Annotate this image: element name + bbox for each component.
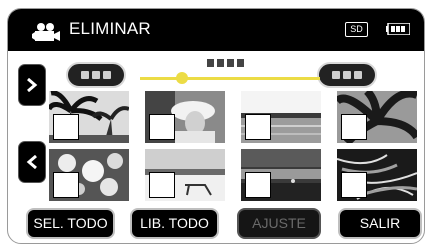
- slider-end-button[interactable]: [317, 62, 377, 88]
- exit-button[interactable]: SALIR: [338, 208, 422, 239]
- sd-card-badge: SD: [345, 22, 368, 37]
- delete-screen: ELIMINAR SD SEL. TODO LIB. TODO AJUSTE S…: [7, 8, 425, 244]
- thumbnail-checkbox[interactable]: [53, 172, 79, 198]
- thumbnail-checkbox[interactable]: [149, 172, 175, 198]
- header-bar: ELIMINAR SD: [8, 9, 424, 51]
- slider-start-button[interactable]: [66, 62, 126, 88]
- thumbnail-3[interactable]: [241, 91, 321, 143]
- thumbnail-checkbox[interactable]: [341, 172, 367, 198]
- battery-icon: [386, 23, 410, 35]
- next-page-button[interactable]: [18, 64, 46, 106]
- thumbnail-checkbox[interactable]: [149, 114, 175, 140]
- page-slider-thumb[interactable]: [176, 72, 188, 84]
- thumbnail-6[interactable]: [145, 149, 225, 201]
- thumbnail-1[interactable]: [49, 91, 129, 143]
- video-camera-icon: [32, 23, 60, 41]
- chevron-right-icon: [27, 78, 38, 92]
- thumbnail-checkbox[interactable]: [53, 114, 79, 140]
- page-title: ELIMINAR: [69, 19, 151, 38]
- thumbnail-8[interactable]: [337, 149, 417, 201]
- page-indicator: [207, 59, 244, 67]
- thumbnail-checkbox[interactable]: [245, 114, 271, 140]
- chevron-left-icon: [26, 155, 37, 169]
- page-slider-track[interactable]: [140, 77, 320, 80]
- adjust-button[interactable]: AJUSTE: [237, 208, 321, 239]
- thumbnail-7[interactable]: [241, 149, 321, 201]
- thumbnail-4[interactable]: [337, 91, 417, 143]
- prev-page-button[interactable]: [18, 141, 46, 183]
- thumbnail-2[interactable]: [145, 91, 225, 143]
- thumbnail-checkbox[interactable]: [341, 114, 367, 140]
- select-all-button[interactable]: SEL. TODO: [26, 208, 115, 239]
- release-all-button[interactable]: LIB. TODO: [130, 208, 219, 239]
- thumbnail-5[interactable]: [49, 149, 129, 201]
- thumbnail-checkbox[interactable]: [245, 172, 271, 198]
